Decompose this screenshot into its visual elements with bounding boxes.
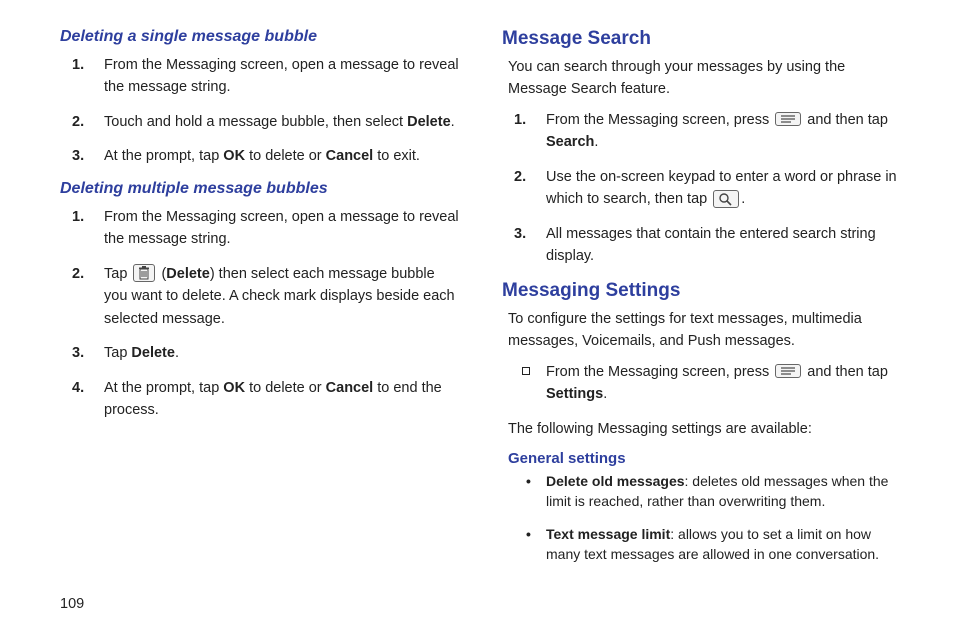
list-text: . — [603, 386, 607, 402]
list-text: From the Messaging screen, press — [546, 364, 773, 380]
list-text: Touch and hold a message bubble, then se… — [104, 114, 407, 130]
list-text: to exit. — [373, 148, 420, 164]
list-item: 3. All messages that contain the entered… — [538, 223, 904, 268]
list-number: 1. — [72, 54, 84, 76]
list-item: 2. Touch and hold a message bubble, then… — [96, 111, 462, 133]
heading-message-search: Message Search — [502, 28, 904, 50]
list-text: . — [451, 114, 455, 130]
list-item: 1. From the Messaging screen, open a mes… — [96, 54, 462, 99]
list-item: Text message limit: allows you to set a … — [538, 524, 904, 565]
list-number: 4. — [72, 377, 84, 399]
list-text: At the prompt, tap — [104, 148, 223, 164]
bold-text: Delete — [407, 114, 451, 130]
list-number: 3. — [72, 145, 84, 167]
list-number: 1. — [72, 206, 84, 228]
list-item: From the Messaging screen, press and the… — [538, 361, 904, 406]
list-text: to delete or — [245, 148, 326, 164]
page-columns: Deleting a single message bubble 1. From… — [60, 24, 904, 576]
list-text: Tap — [104, 266, 131, 282]
list-number: 3. — [72, 342, 84, 364]
list-general-settings: Delete old messages: deletes old message… — [502, 471, 904, 564]
list-number: 3. — [514, 223, 526, 245]
list-item: 3. At the prompt, tap OK to delete or Ca… — [96, 145, 462, 167]
list-text: . — [594, 134, 598, 150]
paragraph: You can search through your messages by … — [508, 56, 904, 101]
menu-icon — [775, 364, 801, 378]
list-number: 1. — [514, 109, 526, 131]
list-item: Delete old messages: deletes old message… — [538, 471, 904, 512]
list-text: At the prompt, tap — [104, 380, 223, 396]
heading-messaging-settings: Messaging Settings — [502, 280, 904, 302]
list-item: 2. Tap (Delete) then select each message… — [96, 263, 462, 330]
paragraph: The following Messaging settings are ava… — [508, 418, 904, 440]
list-text: . — [741, 191, 745, 207]
list-text: . — [175, 345, 179, 361]
heading-delete-single: Deleting a single message bubble — [60, 28, 462, 46]
list-delete-single: 1. From the Messaging screen, open a mes… — [60, 54, 462, 168]
menu-icon — [775, 112, 801, 126]
list-text: and then tap — [803, 364, 888, 380]
list-item: 4. At the prompt, tap OK to delete or Ca… — [96, 377, 462, 422]
bold-text: OK — [223, 148, 245, 164]
bold-text: Cancel — [326, 148, 374, 164]
list-text: From the Messaging screen, open a messag… — [104, 57, 459, 95]
list-item: 1. From the Messaging screen, press and … — [538, 109, 904, 154]
trash-icon — [133, 264, 155, 282]
list-item: 1. From the Messaging screen, open a mes… — [96, 206, 462, 251]
list-item: 2. Use the on-screen keypad to enter a w… — [538, 166, 904, 211]
list-text: From the Messaging screen, open a messag… — [104, 209, 459, 247]
bold-text: Cancel — [326, 380, 374, 396]
search-icon — [713, 190, 739, 208]
right-column: Message Search You can search through yo… — [502, 24, 904, 576]
page-number: 109 — [60, 596, 84, 612]
list-item: 3. Tap Delete. — [96, 342, 462, 364]
bold-text: Search — [546, 134, 594, 150]
list-text: ( — [157, 266, 166, 282]
list-number: 2. — [72, 111, 84, 133]
bold-text: Settings — [546, 386, 603, 402]
list-text: to delete or — [245, 380, 326, 396]
bold-text: OK — [223, 380, 245, 396]
list-text: and then tap — [803, 112, 888, 128]
list-text: From the Messaging screen, press — [546, 112, 773, 128]
list-text: All messages that contain the entered se… — [546, 226, 876, 264]
heading-delete-multiple: Deleting multiple message bubbles — [60, 180, 462, 198]
list-delete-multiple: 1. From the Messaging screen, open a mes… — [60, 206, 462, 422]
heading-general-settings: General settings — [508, 450, 904, 467]
bold-text: Text message limit — [546, 526, 670, 542]
bold-text: Delete — [131, 345, 175, 361]
list-number: 2. — [72, 263, 84, 285]
paragraph: To configure the settings for text messa… — [508, 308, 904, 353]
bold-text: Delete old messages — [546, 473, 685, 489]
bold-text: Delete — [166, 266, 210, 282]
list-number: 2. — [514, 166, 526, 188]
list-settings-entry: From the Messaging screen, press and the… — [502, 361, 904, 406]
list-message-search: 1. From the Messaging screen, press and … — [502, 109, 904, 268]
left-column: Deleting a single message bubble 1. From… — [60, 24, 462, 576]
list-text: Tap — [104, 345, 131, 361]
